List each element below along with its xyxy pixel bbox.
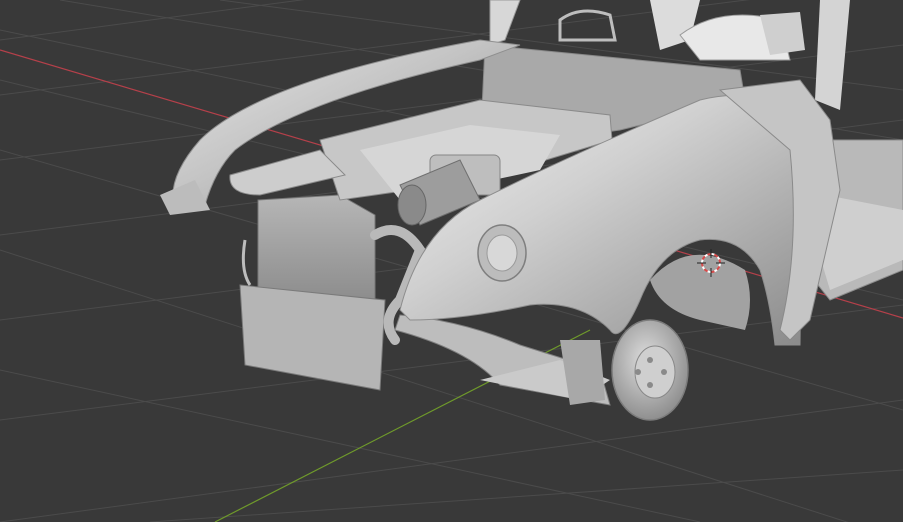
viewport-scene[interactable] [0,0,903,522]
3d-viewport[interactable] [0,0,903,522]
car-chassis-model[interactable] [160,0,903,421]
